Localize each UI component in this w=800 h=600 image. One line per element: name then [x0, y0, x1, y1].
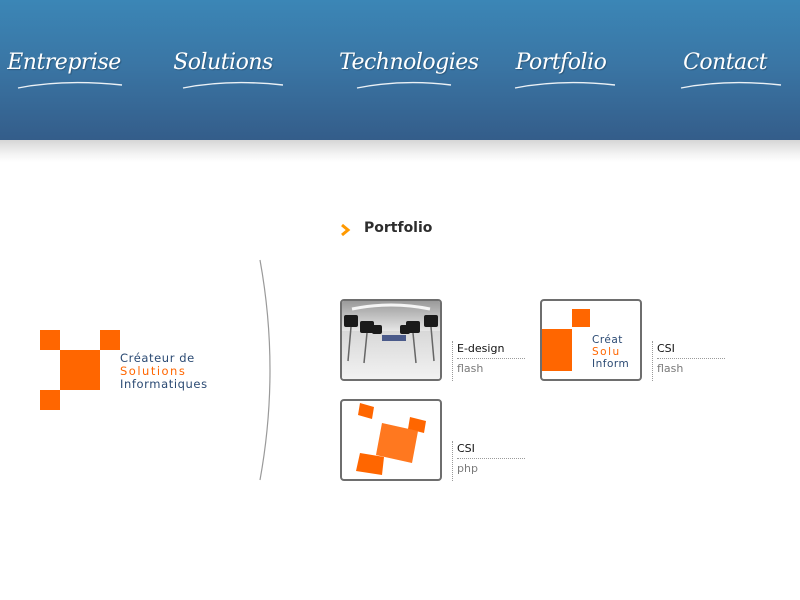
portfolio-item-type: flash: [657, 362, 684, 375]
logo-square: [40, 390, 60, 410]
company-logo: Créateur de Solutions Informatiques: [36, 326, 236, 416]
nav-item-label: Technologies: [339, 50, 479, 75]
portfolio-meta: CSI php: [452, 441, 525, 481]
portfolio-thumbnail[interactable]: Créat Solu Inform: [540, 299, 642, 381]
portfolio-item-edesign[interactable]: E-design flash: [340, 299, 530, 383]
logo-wordmark: Créateur de Solutions Informatiques: [120, 352, 208, 391]
page-title: Portfolio: [364, 220, 433, 236]
nav-item-technologies[interactable]: Technologies: [339, 50, 479, 94]
logo-line-3: Informatiques: [120, 377, 208, 391]
dotted-divider: [657, 358, 725, 359]
header-bar: Entreprise Solutions Technologies Portfo…: [0, 0, 800, 140]
portfolio-item-type: php: [457, 462, 478, 475]
thumb-text-line: Créat: [592, 334, 623, 346]
thumb-text-line: Solu: [592, 346, 621, 358]
portfolio-item-title[interactable]: CSI: [457, 442, 475, 455]
nav-underline-swoosh: [680, 81, 782, 89]
portfolio-item-type: flash: [457, 362, 484, 375]
portfolio-meta: E-design flash: [452, 341, 525, 381]
nav-underline-swoosh: [514, 81, 616, 89]
conference-room-image: [342, 301, 440, 379]
logo-square: [542, 329, 572, 371]
logo-square: [60, 350, 100, 390]
csi-3d-logo-image: [356, 403, 426, 475]
nav-item-contact[interactable]: Contact: [665, 50, 785, 94]
csi-logo-image: Créat Solu Inform: [542, 301, 640, 379]
nav-underline-swoosh: [17, 81, 123, 89]
header-shadow: [0, 140, 800, 162]
nav-underline-swoosh: [356, 81, 452, 89]
nav-item-label: Contact: [683, 50, 767, 75]
thumb-wordmark: Créat Solu Inform: [592, 334, 629, 370]
portfolio-thumbnail[interactable]: [340, 399, 442, 481]
logo-square: [572, 309, 590, 327]
logo-square: [100, 330, 120, 350]
nav-item-label: Solutions: [173, 50, 273, 75]
dotted-divider: [457, 458, 525, 459]
portfolio-item-title[interactable]: CSI: [657, 342, 675, 355]
nav-item-entreprise[interactable]: Entreprise: [4, 50, 124, 94]
portfolio-thumbnail[interactable]: [340, 299, 442, 381]
nav-underline-swoosh: [182, 81, 283, 89]
chevron-right-icon: [341, 223, 351, 237]
portfolio-meta: CSI flash: [652, 341, 725, 381]
portfolio-item-title[interactable]: E-design: [457, 342, 504, 355]
nav-item-label: Entreprise: [7, 50, 121, 75]
dotted-divider: [457, 358, 525, 359]
portfolio-item-csi-php[interactable]: CSI php: [340, 399, 530, 483]
logo-square: [40, 330, 60, 350]
nav-item-label: Portfolio: [515, 50, 607, 75]
portfolio-item-csi-flash[interactable]: Créat Solu Inform CSI flash: [540, 299, 730, 383]
curved-divider: [259, 259, 271, 481]
thumb-text-line: Inform: [592, 358, 630, 370]
nav-item-portfolio[interactable]: Portfolio: [501, 50, 621, 94]
nav-item-solutions[interactable]: Solutions: [163, 50, 283, 94]
